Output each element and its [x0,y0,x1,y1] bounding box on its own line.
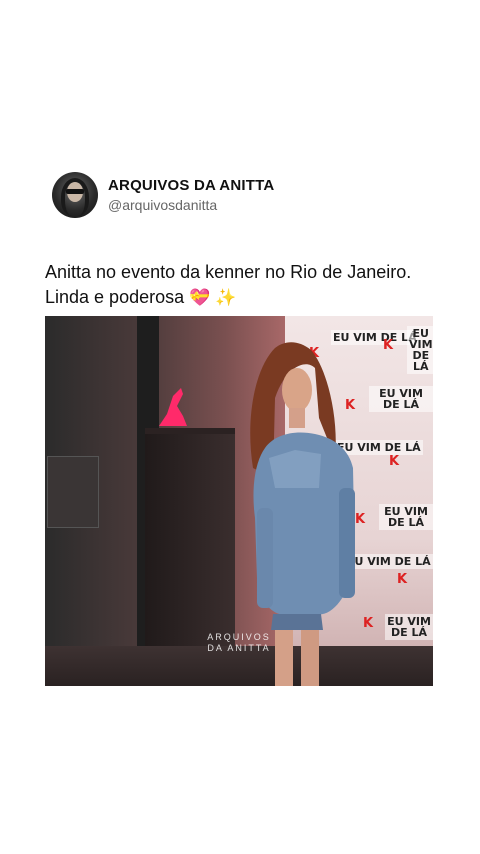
caption-line-2: Linda e poderosa [45,287,185,307]
sparkles-icon: ✨ [215,288,237,308]
author-display-name[interactable]: ARQUIVOS DA ANITTA [108,177,274,194]
author-handle[interactable]: @arquivosdanitta [108,197,274,213]
avatar[interactable] [52,172,98,218]
caption-line-1: Anitta no evento da kenner no Rio de Jan… [45,262,412,282]
kenner-logo-icon: K [383,338,394,353]
watermark-line-2: DA ANITTA [207,643,271,653]
media-watermark: ARQUIVOS DA ANITTA [45,632,433,654]
kenner-logo-icon: K [397,572,408,587]
watermark-line-1: ARQUIVOS [207,632,271,642]
heart-with-ribbon-icon: 💝 [189,288,211,308]
kenner-logo-icon: K [389,454,400,469]
banner-text: EU VIM DE LÁ [369,386,433,412]
pink-shoe-sculpture-icon [159,388,187,426]
post-caption: Anitta no evento da kenner no Rio de Jan… [45,260,465,311]
post-header: ARQUIVOS DA ANITTA @arquivosdanitta [52,172,274,218]
banner-text: EU VIM DE LÁ [379,504,433,530]
avatar-glasses [66,189,84,194]
post-media[interactable]: EU VIM DE LÁ EU VIM DE LÁ EU VIM DE LÁ E… [45,316,433,686]
caption-line-2-wrap: Linda e poderosa 💝 ✨ [45,285,465,311]
media-shelf [47,456,99,528]
banner-text: EU VIM DE LÁ [407,326,433,374]
author-names: ARQUIVOS DA ANITTA @arquivosdanitta [108,177,274,213]
